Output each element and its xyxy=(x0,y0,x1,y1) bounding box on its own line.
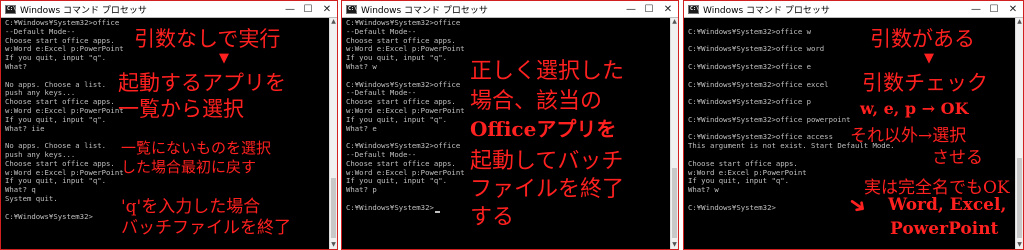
annotation-arrow-down-icon: ▼ xyxy=(924,51,934,66)
annotation-return-start: した場合最初に戻す xyxy=(121,158,257,176)
console-line: If you quit, input "q". xyxy=(5,176,107,186)
console-window-1[interactable]: C:\ Windows コマンド プロセッサ — ☐ ✕ C:¥Windows¥… xyxy=(0,0,338,250)
annotation-batch-exit: バッチファイルを終了 xyxy=(121,218,291,238)
title-bar[interactable]: C:\ Windows コマンド プロセッサ — ☐ ✕ xyxy=(684,1,1023,18)
maximize-button[interactable]: ☐ xyxy=(640,1,658,17)
console-window-2[interactable]: C:\ Windows コマンド プロセッサ — ☐ ✕ C:¥Windows¥… xyxy=(341,0,679,250)
window-title: Windows コマンド プロセッサ xyxy=(20,5,147,16)
minimize-button[interactable]: — xyxy=(622,1,640,17)
scroll-thumb[interactable] xyxy=(672,168,677,238)
minimize-button[interactable]: — xyxy=(281,1,299,17)
annotation-correct-choice: 正しく選択した xyxy=(470,59,625,84)
scroll-up-arrow-icon[interactable]: ▲ xyxy=(330,18,337,26)
annotation-valid-args: w, e, p → OK xyxy=(860,99,969,118)
console-line: If you quit, input "q". xyxy=(5,53,107,63)
scroll-down-arrow-icon[interactable]: ▼ xyxy=(330,241,337,249)
text-cursor xyxy=(434,210,440,213)
annotation-sasero: させる xyxy=(932,148,983,168)
window-title: Windows コマンド プロセッサ xyxy=(703,5,830,16)
cmd-app-icon: C:\ xyxy=(688,4,700,14)
window-title: Windows コマンド プロセッサ xyxy=(361,5,488,16)
title-bar[interactable]: C:\ Windows コマンド プロセッサ — ☐ ✕ xyxy=(1,1,337,18)
scroll-thumb[interactable] xyxy=(1017,158,1022,238)
scroll-up-arrow-icon[interactable]: ▲ xyxy=(671,18,678,26)
close-button[interactable]: ✕ xyxy=(317,1,337,17)
scroll-down-arrow-icon[interactable]: ▼ xyxy=(1016,241,1023,249)
maximize-button[interactable]: ☐ xyxy=(299,1,317,17)
annotation-has-args: 引数がある xyxy=(870,27,975,51)
annotation-no-args: 引数なしで実行 xyxy=(134,27,281,51)
annotation-word-excel: Word, Excel, xyxy=(888,195,1007,215)
annotation-matching: 場合、該当の xyxy=(470,89,603,114)
scrollbar[interactable]: ▲ ▼ xyxy=(329,18,337,249)
scroll-up-arrow-icon[interactable]: ▲ xyxy=(1016,18,1023,26)
annotation-arrow-down-icon: ▼ xyxy=(219,51,229,66)
cmd-app-icon: C:\ xyxy=(5,4,17,14)
scrollbar[interactable]: ▲ ▼ xyxy=(1015,18,1023,249)
annotation-powerpoint: PowerPoint xyxy=(890,219,999,239)
scroll-down-arrow-icon[interactable]: ▼ xyxy=(671,241,678,249)
scroll-thumb[interactable] xyxy=(331,178,336,238)
annotation-do: する xyxy=(470,205,515,230)
annotation-arg-check: 引数チェック xyxy=(862,71,988,95)
close-button[interactable]: ✕ xyxy=(1003,1,1023,17)
title-bar[interactable]: C:\ Windows コマンド プロセッサ — ☐ ✕ xyxy=(342,1,678,18)
annotation-invalid-choice: 一覧にないものを選択 xyxy=(121,139,272,157)
annotation-office-app: Officeアプリを xyxy=(470,117,617,141)
cmd-app-icon: C:\ xyxy=(346,4,358,14)
console-window-3[interactable]: C:\ Windows コマンド プロセッサ — ☐ ✕ C:¥Windows¥… xyxy=(683,0,1024,250)
annotation-select-list: 一覧から選択 xyxy=(118,97,244,121)
minimize-button[interactable]: — xyxy=(967,1,985,17)
maximize-button[interactable]: ☐ xyxy=(985,1,1003,17)
close-button[interactable]: ✕ xyxy=(658,1,678,17)
console-line: What? iie xyxy=(5,123,45,133)
scrollbar[interactable]: ▲ ▼ xyxy=(670,18,678,249)
